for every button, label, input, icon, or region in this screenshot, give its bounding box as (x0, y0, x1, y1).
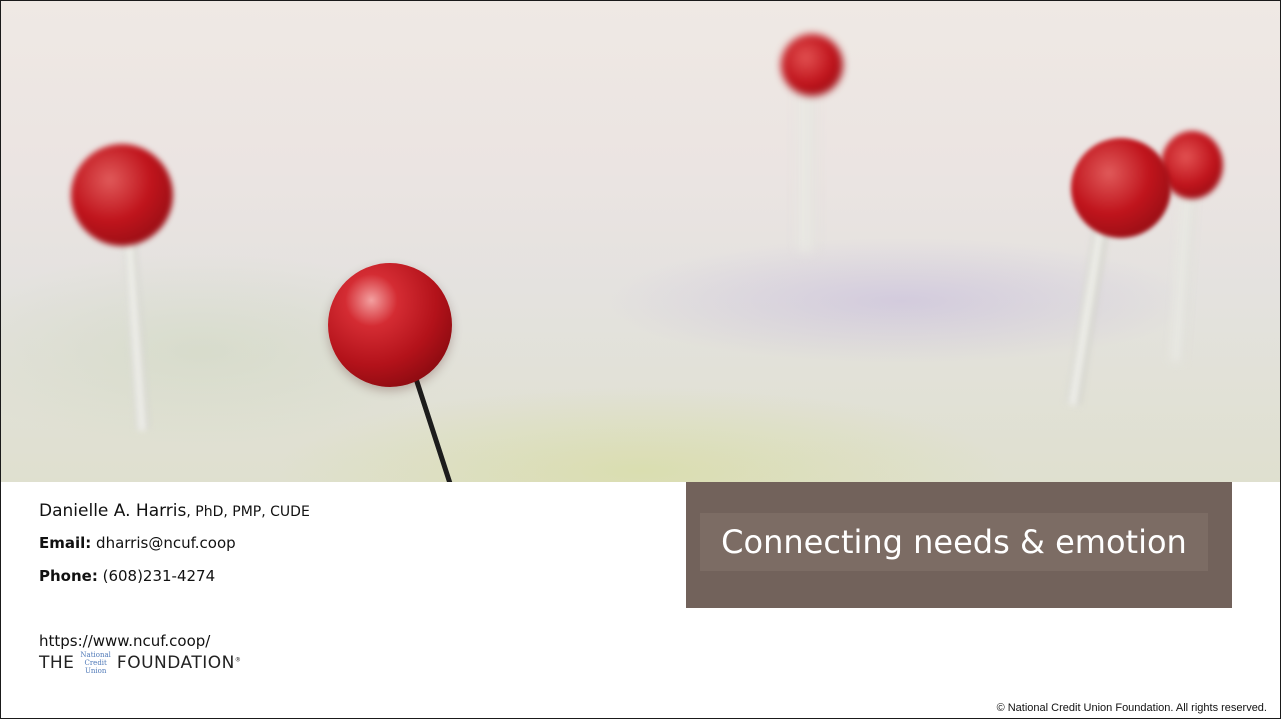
copyright-notice: © National Credit Union Foundation. All … (996, 702, 1267, 714)
title-inner: Connecting needs & emotion (700, 513, 1208, 571)
map-pin-icon (328, 263, 452, 387)
phone-label: Phone: (39, 567, 98, 585)
logo-ncu-stack: National Credit Union (80, 651, 111, 675)
email-value: dharris@ncuf.coop (91, 534, 236, 552)
title-box: Connecting needs & emotion (686, 482, 1232, 608)
logo-trademark: ® (234, 656, 242, 664)
logo-national: National (80, 651, 111, 659)
presenter-credentials: , PhD, PMP, CUDE (186, 504, 310, 520)
email-row: Email: dharris@ncuf.coop (39, 534, 236, 552)
slide-title: Connecting needs & emotion (721, 523, 1187, 561)
pin-stick-top (799, 81, 813, 251)
logo-credit: Credit (84, 659, 107, 667)
logo-union: Union (84, 667, 107, 675)
pin-stick-right (1065, 225, 1109, 407)
pin-stick-right-back (1169, 180, 1197, 362)
phone-value: (608)231-4274 (97, 567, 216, 585)
email-label: Email: (39, 534, 92, 552)
ncuf-logo: THE National Credit Union FOUNDATION® (39, 651, 241, 675)
slide: Danielle A. Harris, PhD, PMP, CUDE Email… (0, 0, 1281, 719)
website-link[interactable]: https://www.ncuf.coop/ (39, 632, 210, 650)
phone-row: Phone: (608)231-4274 (39, 567, 215, 585)
logo-the: THE (39, 653, 75, 673)
hero-photo-map-pins (1, 1, 1280, 482)
map-pin-icon (1071, 138, 1171, 238)
map-pin-icon (781, 34, 843, 96)
pin-stick-front (411, 370, 453, 482)
presenter-name-text: Danielle A. Harris (39, 501, 187, 521)
presenter-name: Danielle A. Harris, PhD, PMP, CUDE (39, 501, 310, 521)
map-pin-icon (71, 144, 173, 246)
logo-foundation: FOUNDATION® (116, 653, 242, 673)
